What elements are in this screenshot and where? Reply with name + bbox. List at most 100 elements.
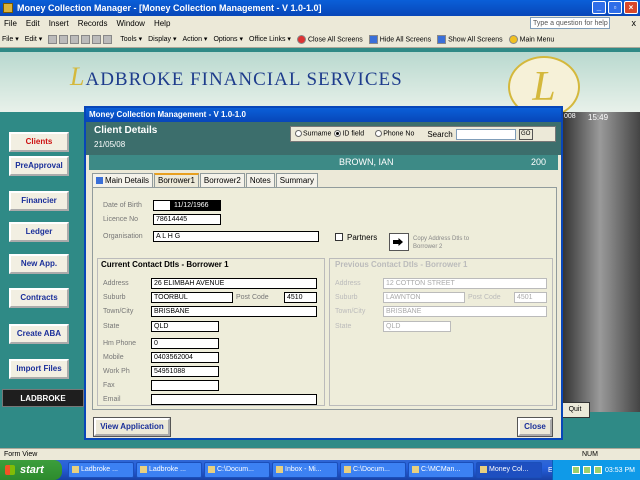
task-item[interactable]: C:\Docum... <box>340 462 406 478</box>
sort-icon[interactable] <box>92 34 102 44</box>
menu-insert[interactable]: Insert <box>49 19 69 28</box>
minimize-button[interactable]: _ <box>592 1 606 14</box>
maximize-button[interactable]: ▫ <box>608 1 622 14</box>
toolbar-action-menu[interactable]: Action ▾ <box>183 35 208 43</box>
search-option-surname[interactable]: Surname <box>295 130 331 138</box>
sidebar-financier-button[interactable]: Financier <box>9 191 69 211</box>
copy-address-button[interactable] <box>389 233 409 251</box>
fax-field[interactable] <box>151 380 219 391</box>
client-details-dialog: Money Collection Management - V 1.0-1.0 … <box>84 106 563 440</box>
current-state-label: State <box>103 323 120 330</box>
current-postcode-field[interactable]: 4510 <box>284 292 317 303</box>
sidebar-clients-button[interactable]: Clients <box>9 132 69 152</box>
network-icon[interactable] <box>572 466 581 474</box>
menu-window[interactable]: Window <box>117 19 145 28</box>
current-suburb-field[interactable]: TOORBUL <box>151 292 233 303</box>
toolbar-display-menu[interactable]: Display ▾ <box>148 35 176 43</box>
tab-notes[interactable]: Notes <box>245 173 275 187</box>
tab-borrower1[interactable]: Borrower1 <box>154 173 199 188</box>
start-button[interactable]: start <box>0 460 62 480</box>
main-menu-label: Main Menu <box>519 35 555 43</box>
previous-suburb-field: LAWNTON <box>383 292 465 303</box>
task-label: Ladbroke ... <box>81 466 118 473</box>
email-label: Email <box>103 396 121 403</box>
show-all-label: Show All Screens <box>448 35 503 43</box>
hide-all-screens-button[interactable]: Hide All Screens <box>368 34 432 44</box>
partners-checkbox[interactable] <box>335 233 343 241</box>
main-menu-button[interactable]: Main Menu <box>508 34 555 44</box>
quit-button[interactable]: Quit <box>560 402 590 418</box>
dob-prefix-field[interactable] <box>153 200 171 211</box>
task-label: Money Col... <box>489 466 529 473</box>
volume-icon[interactable] <box>594 466 603 474</box>
task-list: Ladbroke ... Ladbroke ... C:\Docum... In… <box>68 462 542 478</box>
paste-icon[interactable] <box>70 34 80 44</box>
close-all-screens-button[interactable]: Close All Screens <box>296 34 363 44</box>
sidebar-contracts-button[interactable]: Contracts <box>9 288 69 308</box>
tab-borrower2[interactable]: Borrower2 <box>199 173 245 187</box>
toolbar-icons <box>48 34 114 44</box>
help-question-input[interactable]: Type a question for help <box>530 17 610 29</box>
copy-icon[interactable] <box>59 34 69 44</box>
access-app-icon <box>480 465 487 473</box>
status-view-mode: Form View <box>4 451 38 458</box>
dob-field[interactable]: 11/12/1966 <box>171 200 221 211</box>
client-details-date: 21/05/08 <box>94 140 126 149</box>
sidebar-import-files-button[interactable]: Import Files <box>9 359 69 379</box>
task-item[interactable]: Ladbroke ... <box>136 462 202 478</box>
current-town-field[interactable]: BRISBANE <box>151 306 317 317</box>
task-item[interactable]: Ladbroke ... <box>68 462 134 478</box>
cut-icon[interactable] <box>48 34 58 44</box>
close-all-icon <box>296 34 306 44</box>
task-item[interactable]: C:\MCMan... <box>408 462 474 478</box>
menu-close-icon[interactable]: x <box>632 18 637 28</box>
hm-phone-field[interactable]: 0 <box>151 338 219 349</box>
toolbar-office-links-menu[interactable]: Office Links ▾ <box>249 35 291 43</box>
mobile-field[interactable]: 0403562004 <box>151 352 219 363</box>
toolbar-edit-menu[interactable]: Edit ▾ <box>25 35 43 43</box>
menu-help[interactable]: Help <box>154 19 170 28</box>
fax-label: Fax <box>103 382 115 389</box>
filter-icon[interactable] <box>103 34 113 44</box>
toolbar-file-menu[interactable]: File ▾ <box>2 35 19 43</box>
menu-records[interactable]: Records <box>78 19 108 28</box>
radio-surname-icon <box>295 130 302 138</box>
tab-summary[interactable]: Summary <box>275 173 318 187</box>
current-address-field[interactable]: 26 ELIMBAH AVENUE <box>151 278 317 289</box>
close-window-button[interactable]: × <box>624 1 638 14</box>
search-option-id-field[interactable]: ID field <box>334 130 364 138</box>
organisation-field[interactable]: A L H G <box>153 231 319 242</box>
licence-field[interactable]: 78614445 <box>153 214 221 225</box>
search-option-phone[interactable]: Phone No <box>375 130 414 138</box>
email-field[interactable] <box>151 394 317 405</box>
previous-suburb-label: Suburb <box>335 294 358 301</box>
task-item[interactable]: Inbox - Mi... <box>272 462 338 478</box>
task-item-active[interactable]: Money Col... <box>476 462 542 478</box>
show-all-screens-button[interactable]: Show All Screens <box>437 34 503 44</box>
close-dialog-button[interactable]: Close <box>517 417 553 437</box>
antivirus-icon[interactable] <box>583 466 592 474</box>
menu-edit[interactable]: Edit <box>26 19 40 28</box>
mobile-label: Mobile <box>103 354 124 361</box>
toolbar-options-menu[interactable]: Options ▾ <box>213 35 243 43</box>
hm-phone-label: Hm Phone <box>103 340 137 347</box>
menu-file[interactable]: File <box>4 19 17 28</box>
client-details-heading: Client Details <box>94 125 158 136</box>
tab-main-details[interactable]: Main Details <box>92 173 154 187</box>
undo-icon[interactable] <box>81 34 91 44</box>
toolbar-tools-menu[interactable]: Tools ▾ <box>120 35 142 43</box>
work-phone-field[interactable]: 54951088 <box>151 366 219 377</box>
view-application-button[interactable]: View Application <box>93 417 171 437</box>
search-input[interactable] <box>455 128 516 140</box>
search-go-button[interactable]: GO <box>518 128 533 140</box>
sidebar-new-app-button[interactable]: New App. <box>9 254 69 274</box>
task-label: Ladbroke ... <box>149 466 186 473</box>
current-state-field[interactable]: QLD <box>151 321 219 332</box>
task-item[interactable]: C:\Docum... <box>204 462 270 478</box>
sidebar-create-aba-button[interactable]: Create ABA <box>9 324 69 344</box>
sidebar-ledger-button[interactable]: Ledger <box>9 222 69 242</box>
folder-icon <box>208 465 215 473</box>
background-date: 008 <box>564 113 576 120</box>
sidebar-preapproval-button[interactable]: PreApproval <box>9 156 69 176</box>
hide-all-label: Hide All Screens <box>379 35 432 43</box>
